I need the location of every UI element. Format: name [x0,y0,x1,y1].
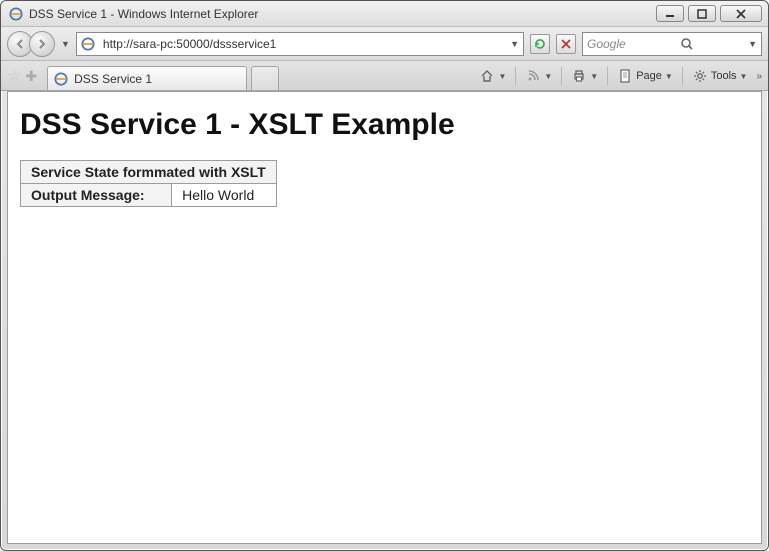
search-box[interactable]: Google ▼ [582,32,762,56]
print-button[interactable]: ▼ [566,65,603,87]
output-message-label: Output Message: [21,184,172,207]
rss-icon [525,68,541,84]
feeds-button[interactable]: ▼ [520,65,557,87]
maximize-button[interactable] [688,5,716,22]
service-state-table: Service State formmated with XSLT Output… [20,160,277,207]
refresh-button[interactable] [530,34,550,54]
page-ie-icon [81,37,95,51]
address-bar[interactable]: ▼ [76,32,524,56]
page-viewport: DSS Service 1 - XSLT Example Service Sta… [7,91,762,544]
stop-button[interactable] [556,34,576,54]
new-tab-button[interactable] [251,66,279,90]
search-placeholder: Google [587,37,626,51]
toolbar-chevron-icon[interactable]: » [756,71,762,82]
output-message-value: Hello World [172,184,277,207]
gear-icon [692,68,708,84]
window-titlebar: DSS Service 1 - Windows Internet Explore… [1,1,768,27]
tab-ie-icon [54,72,68,86]
page-menu-button[interactable]: Page ▼ [612,65,678,87]
page-icon [617,68,633,84]
forward-button[interactable] [29,31,55,57]
tab-label: DSS Service 1 [74,72,152,86]
tab-active[interactable]: DSS Service 1 [47,66,247,90]
printer-icon [571,68,587,84]
page-heading: DSS Service 1 - XSLT Example [20,108,749,142]
nav-history-dropdown-icon[interactable]: ▼ [61,39,70,49]
favorites-star-icon[interactable]: ☆ [7,66,21,86]
home-icon [479,68,495,84]
address-input[interactable] [101,36,510,52]
add-favorite-icon[interactable]: ✚ [25,68,37,85]
ie-icon [9,7,23,21]
command-bar: ▼ ▼ ▼ Page ▼ [474,65,762,87]
table-header: Service State formmated with XSLT [21,161,277,184]
search-icon[interactable] [680,37,694,51]
nav-toolbar: ▼ ▼ Google ▼ [1,27,768,61]
minimize-button[interactable] [656,5,684,22]
tools-menu-label: Tools [711,70,737,82]
page-menu-label: Page [636,70,662,82]
tools-menu-button[interactable]: Tools ▼ [687,65,753,87]
window-title: DSS Service 1 - Windows Internet Explore… [29,7,656,21]
search-dropdown-icon[interactable]: ▼ [748,39,757,49]
home-button[interactable]: ▼ [474,65,511,87]
address-dropdown-icon[interactable]: ▼ [510,39,519,49]
close-button[interactable] [720,5,762,22]
tab-strip: ☆ ✚ DSS Service 1 ▼ ▼ [1,61,768,91]
